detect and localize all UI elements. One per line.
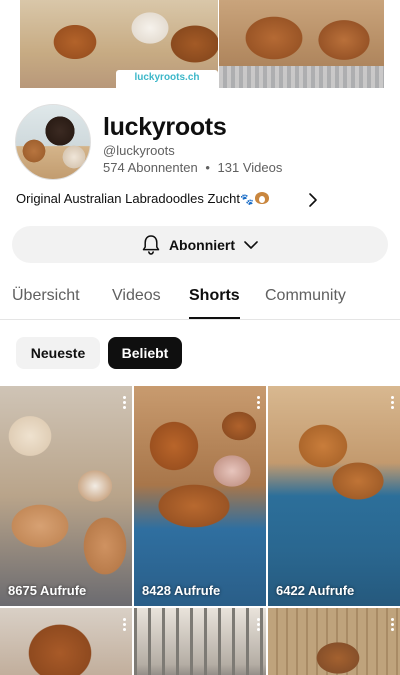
short-thumbnail[interactable] (134, 608, 266, 675)
tab-active-indicator (189, 317, 240, 319)
more-vertical-icon[interactable] (391, 396, 395, 410)
banner-image-right (219, 0, 384, 88)
short-thumbnail[interactable]: 8675 Aufrufe (0, 386, 132, 606)
channel-banner: luckyroots.ch (20, 0, 384, 88)
description-text: Original Australian Labradoodles Zucht (16, 191, 241, 206)
short-thumbnail[interactable]: 6422 Aufrufe (268, 386, 400, 606)
banner-logo: luckyroots.ch (116, 70, 218, 88)
dog-face-icon (254, 192, 269, 204)
stats-separator: • (205, 160, 210, 175)
shorts-grid: 8675 Aufrufe 8428 Aufrufe 6422 Aufrufe (0, 386, 400, 675)
chevron-down-icon (243, 238, 259, 252)
subscribe-label: Abonniert (168, 236, 236, 253)
bell-icon (141, 234, 161, 256)
subscriber-count: 574 Abonnenten (103, 160, 198, 175)
paw-prints-icon: 🐾 (240, 194, 254, 206)
short-view-count: 6422 Aufrufe (276, 583, 355, 598)
channel-name: luckyroots (103, 113, 227, 141)
tab-videos[interactable]: Videos (112, 287, 161, 305)
video-count: 131 Videos (217, 160, 283, 175)
more-vertical-icon[interactable] (123, 396, 127, 410)
chevron-right-icon[interactable] (306, 190, 320, 210)
short-thumbnail[interactable] (0, 608, 132, 675)
short-view-count: 8675 Aufrufe (8, 583, 87, 598)
tab-overview[interactable]: Übersicht (12, 287, 80, 305)
more-vertical-icon[interactable] (257, 396, 261, 410)
chip-newest[interactable]: Neueste (16, 337, 100, 369)
short-thumbnail[interactable] (268, 608, 400, 675)
short-thumbnail[interactable]: 8428 Aufrufe (134, 386, 266, 606)
channel-avatar[interactable] (15, 104, 91, 180)
more-vertical-icon[interactable] (257, 618, 261, 632)
channel-handle: @luckyroots (103, 143, 175, 158)
chip-popular[interactable]: Beliebt (108, 337, 182, 369)
channel-description[interactable]: Original Australian Labradoodles Zucht🐾 (16, 190, 386, 210)
tab-shorts[interactable]: Shorts (189, 287, 240, 305)
short-view-count: 8428 Aufrufe (142, 583, 221, 598)
channel-stats: 574 Abonnenten • 131 Videos (103, 160, 282, 175)
more-vertical-icon[interactable] (391, 618, 395, 632)
more-vertical-icon[interactable] (123, 618, 127, 632)
subscribe-button[interactable]: Abonniert (12, 226, 388, 263)
channel-tabs: Übersicht Videos Shorts Community (0, 278, 400, 320)
tab-community[interactable]: Community (265, 287, 346, 305)
